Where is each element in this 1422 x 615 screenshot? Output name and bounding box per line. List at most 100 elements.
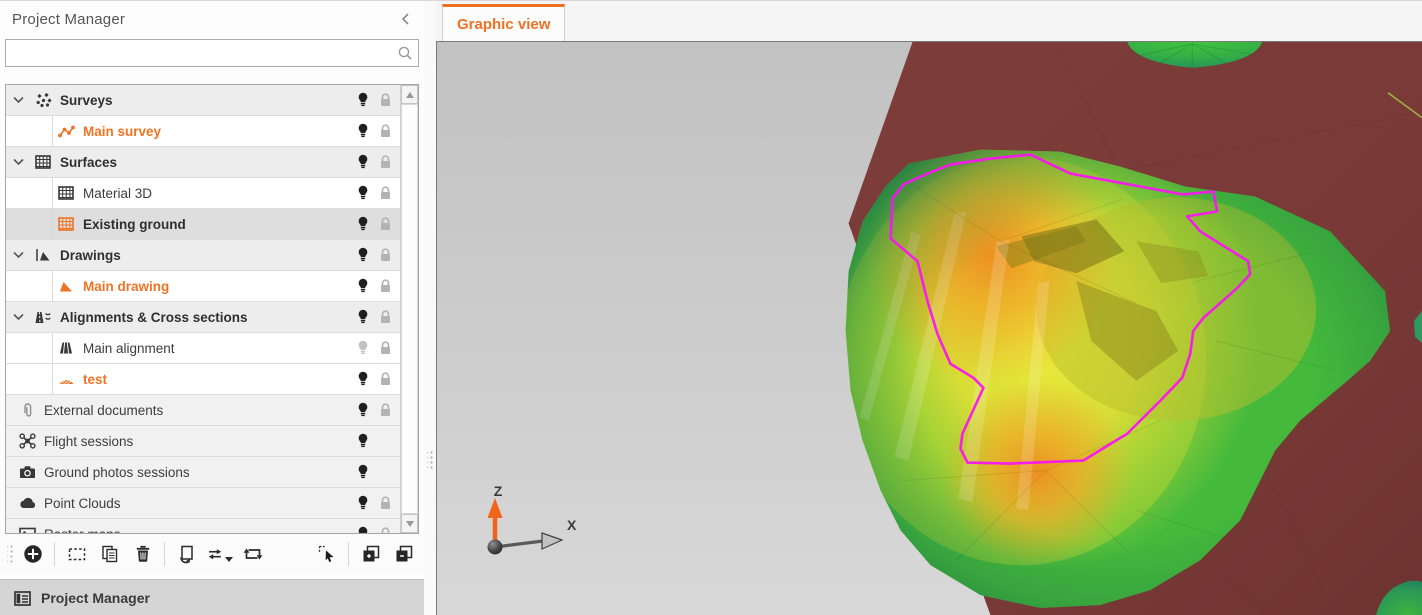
tree-indent [6, 333, 53, 363]
tree-row-point-clouds[interactable]: Point Clouds [6, 488, 400, 519]
view-tab-bar: Graphic view [436, 1, 1422, 41]
tab-graphic-view[interactable]: Graphic view [442, 4, 565, 41]
lock-icon[interactable] [374, 93, 396, 108]
tree-row-label: External documents [44, 403, 352, 418]
project-tree: Surveys Main survey [5, 84, 419, 534]
lock-icon[interactable] [374, 155, 396, 170]
tree-row-surveys[interactable]: Surveys [6, 85, 400, 116]
tree-row-material-3d[interactable]: Material 3D [6, 178, 400, 209]
collapse-all-button[interactable] [390, 541, 417, 568]
viewport-3d-canvas[interactable] [437, 42, 1422, 615]
tree-row-external-documents[interactable]: External documents [6, 395, 400, 426]
tree-row-label: Surfaces [60, 155, 352, 170]
lock-icon[interactable] [374, 403, 396, 418]
visibility-bulb-icon[interactable] [352, 464, 374, 480]
visibility-bulb-icon[interactable] [352, 154, 374, 170]
tree-row-surfaces[interactable]: Surfaces [6, 147, 400, 178]
splitter-handle-icon [427, 449, 433, 471]
visibility-bulb-icon[interactable] [352, 526, 374, 533]
lock-icon[interactable] [374, 279, 396, 294]
reload-button[interactable] [239, 541, 266, 568]
tree-row-label: Existing ground [83, 217, 352, 232]
tree-row-alignments[interactable]: Alignments & Cross sections [6, 302, 400, 333]
tree-row-main-alignment[interactable]: Main alignment [6, 333, 400, 364]
tree-indent [6, 364, 53, 394]
replace-button[interactable] [173, 541, 200, 568]
chevron-left-icon [400, 12, 412, 26]
tree-row-label: Material 3D [83, 186, 352, 201]
visibility-bulb-icon[interactable] [352, 402, 374, 418]
lock-icon[interactable] [374, 217, 396, 232]
camera-icon [14, 465, 40, 479]
chevron-down-icon[interactable] [6, 158, 30, 166]
visibility-bulb-icon[interactable] [352, 495, 374, 511]
toolbar-separator [54, 542, 55, 566]
add-button[interactable] [19, 541, 46, 568]
tree-toolbar [0, 534, 424, 574]
graphic-view-3d[interactable]: Z X [436, 41, 1422, 615]
panel-title: Project Manager [12, 11, 125, 28]
visibility-bulb-icon[interactable] [352, 185, 374, 201]
tree-row-label: test [83, 372, 352, 387]
tree-row-existing-ground[interactable]: Existing ground [6, 209, 400, 240]
dropdown-caret-icon [225, 557, 233, 562]
copy-button[interactable] [96, 541, 123, 568]
visibility-bulb-icon[interactable] [352, 371, 374, 387]
tree-scrollbar[interactable] [400, 85, 418, 533]
tree-row-flight-sessions[interactable]: Flight sessions [6, 426, 400, 457]
collapse-panel-button[interactable] [400, 12, 412, 26]
scrollbar-thumb[interactable] [401, 104, 418, 514]
toolbar-drag-handle[interactable] [7, 543, 13, 565]
tree-row-label: Main survey [83, 124, 352, 139]
tree-row-label: Alignments & Cross sections [60, 310, 352, 325]
tree-row-main-drawing[interactable]: Main drawing [6, 271, 400, 302]
tree-indent [6, 271, 53, 301]
expand-all-button[interactable] [357, 541, 384, 568]
panel-splitter[interactable] [424, 1, 436, 615]
delete-button[interactable] [129, 541, 156, 568]
cloud-icon [14, 496, 40, 510]
panel-list-icon [14, 591, 31, 606]
tree-row-label: Drawings [60, 248, 352, 263]
lock-icon[interactable] [374, 248, 396, 263]
tree-row-main-survey[interactable]: Main survey [6, 116, 400, 147]
road-icon [53, 341, 79, 355]
tree-row-label: Raster maps [44, 527, 352, 534]
lock-icon[interactable] [374, 341, 396, 356]
scroll-up-button[interactable] [401, 85, 418, 104]
project-manager-dock-tab[interactable]: Project Manager [0, 579, 424, 615]
pick-select-button[interactable] [313, 541, 340, 568]
swap-button[interactable] [206, 541, 233, 568]
visibility-bulb-icon[interactable] [352, 216, 374, 232]
lock-icon[interactable] [374, 186, 396, 201]
lock-icon[interactable] [374, 372, 396, 387]
visibility-bulb-icon[interactable] [352, 92, 374, 108]
visibility-bulb-icon[interactable] [352, 247, 374, 263]
visibility-bulb-icon[interactable] [352, 433, 374, 449]
tree-row-raster-maps[interactable]: Raster maps [6, 519, 400, 533]
dock-tab-label: Project Manager [41, 590, 150, 606]
surface-grid-icon [53, 217, 79, 231]
chevron-down-icon[interactable] [6, 313, 30, 321]
scroll-down-button[interactable] [401, 514, 418, 533]
visibility-bulb-icon[interactable] [352, 123, 374, 139]
tree-row-ground-photos[interactable]: Ground photos sessions [6, 457, 400, 488]
lock-icon[interactable] [374, 310, 396, 325]
visibility-bulb-icon[interactable] [352, 340, 374, 356]
visibility-bulb-icon[interactable] [352, 309, 374, 325]
lock-icon[interactable] [374, 124, 396, 139]
chevron-down-icon[interactable] [6, 251, 30, 259]
lock-icon[interactable] [374, 496, 396, 511]
lock-icon[interactable] [374, 527, 396, 534]
chevron-down-icon[interactable] [6, 96, 30, 104]
survey-traverse-icon [53, 124, 79, 139]
search-icon [396, 44, 414, 67]
raster-map-icon [14, 527, 40, 533]
visibility-bulb-icon[interactable] [352, 278, 374, 294]
search-input[interactable] [5, 39, 419, 67]
tree-row-drawings[interactable]: Drawings [6, 240, 400, 271]
set-square-icon [30, 248, 56, 262]
tree-row-test[interactable]: test [6, 364, 400, 395]
marquee-select-button[interactable] [63, 541, 90, 568]
surface-grid-icon [53, 186, 79, 200]
